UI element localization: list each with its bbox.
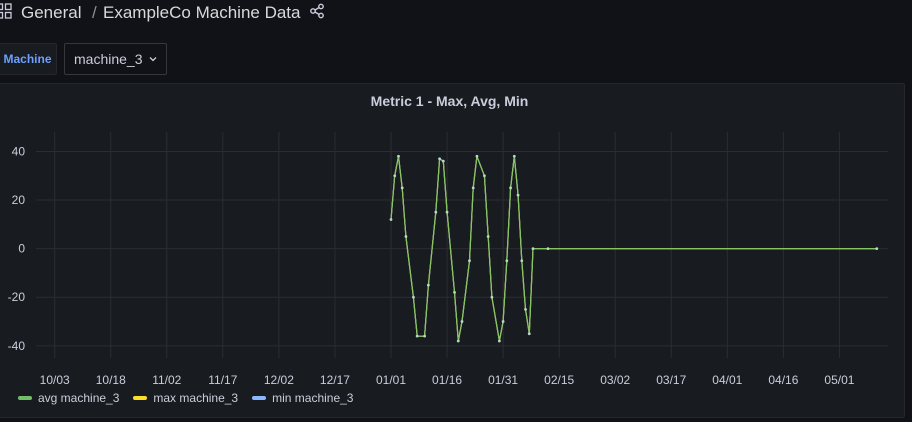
- y-tick-label: -40: [8, 339, 26, 353]
- data-point: [527, 332, 531, 336]
- chart-legend: avg machine_3 max machine_3 min machine_3: [18, 391, 353, 405]
- data-point: [497, 339, 501, 343]
- data-point: [460, 320, 464, 323]
- legend-label: avg machine_3: [38, 391, 120, 405]
- x-tick-label: 12/02: [264, 373, 294, 387]
- data-point: [400, 186, 404, 190]
- legend-label: min machine_3: [272, 391, 354, 405]
- data-point: [415, 334, 419, 338]
- data-point: [531, 247, 535, 251]
- x-tick-label: 10/18: [96, 373, 126, 387]
- x-tick-label: 02/15: [544, 373, 574, 387]
- y-tick-label: 40: [12, 144, 26, 158]
- data-point: [486, 235, 490, 238]
- data-point: [453, 290, 456, 294]
- x-tick-label: 03/02: [600, 373, 630, 387]
- data-point: [468, 259, 471, 263]
- data-point: [501, 320, 505, 323]
- x-tick-label: 10/03: [40, 373, 70, 387]
- data-point: [512, 154, 516, 158]
- data-point: [505, 259, 509, 263]
- x-tick-label: 01/01: [376, 373, 406, 387]
- data-point: [438, 157, 441, 161]
- legend-label: max machine_3: [153, 391, 239, 405]
- x-tick-label: 12/17: [320, 373, 350, 387]
- y-tick-label: 20: [12, 193, 26, 207]
- x-tick-label: 01/16: [432, 373, 462, 387]
- x-tick-label: 04/16: [768, 373, 798, 387]
- y-tick-label: -20: [8, 290, 26, 304]
- data-point: [483, 174, 486, 178]
- legend-item[interactable]: max machine_3: [133, 391, 238, 405]
- data-point: [412, 295, 415, 299]
- data-point: [546, 247, 550, 251]
- data-point: [423, 334, 427, 338]
- x-tick-label: 03/17: [656, 373, 686, 387]
- legend-swatch: [18, 396, 32, 400]
- y-tick-label: 0: [18, 242, 25, 256]
- timeseries-chart[interactable]: 40 20 0 -20 -40 10/03 10/18 11/02 11/17 12/02 12/1…: [0, 0, 912, 390]
- x-tick-label: 05/01: [824, 373, 854, 387]
- data-point: [471, 186, 475, 190]
- data-point: [875, 247, 879, 251]
- data-point: [426, 283, 430, 287]
- data-point: [524, 307, 527, 311]
- data-point: [509, 186, 512, 190]
- legend-swatch: [133, 396, 148, 400]
- data-point: [389, 218, 393, 221]
- legend-item[interactable]: avg machine_3: [18, 391, 119, 405]
- data-point: [393, 174, 397, 178]
- data-point: [434, 210, 438, 214]
- x-tick-label: 01/31: [488, 373, 518, 387]
- data-point: [441, 159, 445, 163]
- legend-swatch: [252, 396, 267, 400]
- data-point: [475, 154, 479, 158]
- x-tick-label: 04/01: [712, 373, 742, 387]
- data-point: [445, 210, 449, 214]
- data-point: [397, 154, 400, 158]
- data-point: [404, 235, 408, 238]
- legend-item[interactable]: min machine_3: [252, 391, 353, 405]
- x-tick-label: 11/17: [208, 373, 237, 387]
- data-point: [456, 339, 460, 343]
- data-point: [490, 295, 494, 299]
- data-point: [516, 193, 520, 197]
- x-tick-label: 11/02: [152, 373, 181, 387]
- data-point: [520, 259, 524, 263]
